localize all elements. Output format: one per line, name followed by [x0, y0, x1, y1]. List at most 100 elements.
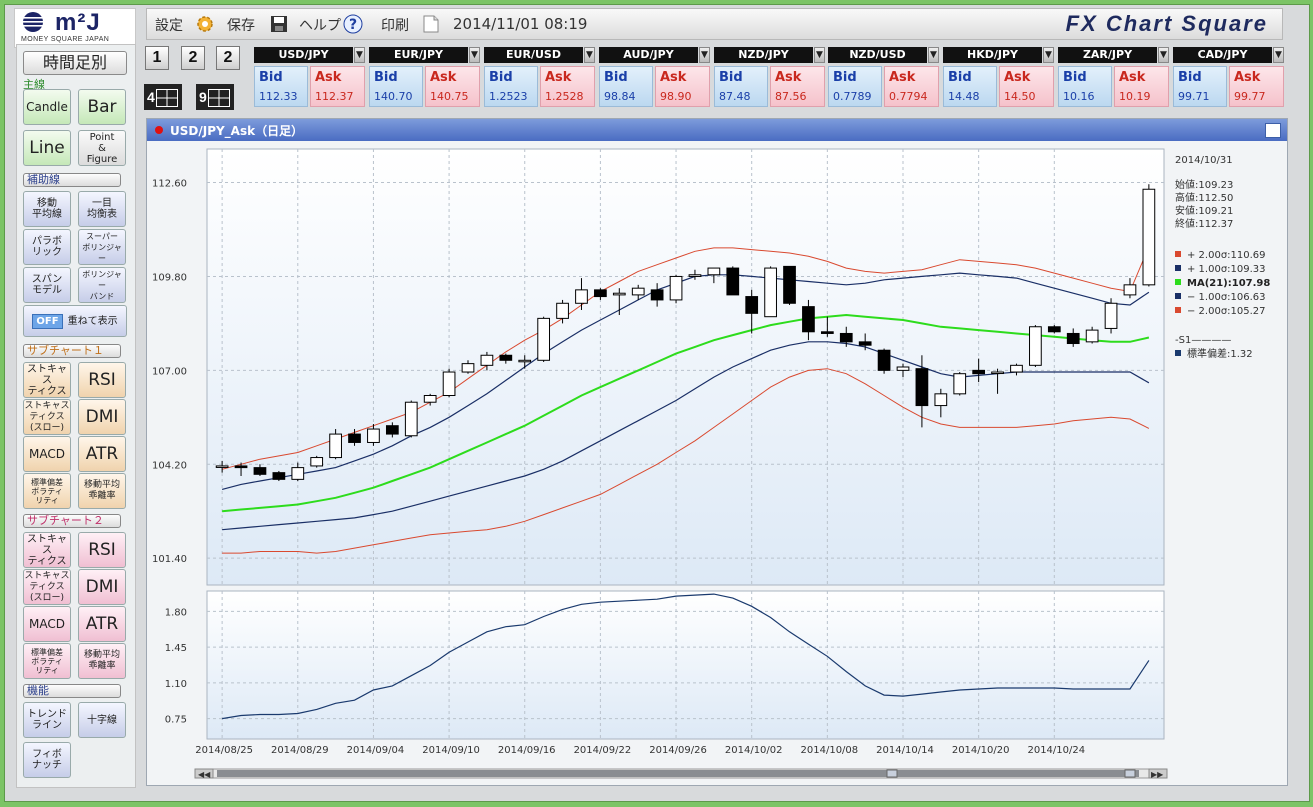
line-button[interactable]: Line	[23, 130, 71, 166]
sub2-rsi-button[interactable]: RSI	[78, 532, 126, 568]
bid-box[interactable]: Bid 99.71	[1173, 66, 1227, 107]
quote-pair-label[interactable]: NZD/JPY	[714, 47, 813, 63]
bid-box[interactable]: Bid 14.48	[943, 66, 997, 107]
sub1-std-volatility-button[interactable]: 標準偏差 ボラティ リティ	[23, 473, 71, 509]
sub1-slow-stochastics-button[interactable]: ストキャス ティクス (スロー)	[23, 399, 71, 435]
sub2-ma-deviation-button[interactable]: 移動平均 乖離率	[78, 643, 126, 679]
quote-pair-label[interactable]: HKD/JPY	[943, 47, 1042, 63]
layout-4-button[interactable]: 4	[144, 84, 182, 110]
pair-dropdown-icon[interactable]: ▼	[928, 47, 939, 63]
sub1-stochastics-button[interactable]: ストキャス ティクス	[23, 362, 71, 398]
pair-dropdown-icon[interactable]: ▼	[354, 47, 365, 63]
quote-cadjpy[interactable]: CAD/JPY ▼ Bid 99.71 Ask 99.77	[1173, 47, 1284, 107]
parabolic-button[interactable]: パラボ リック	[23, 229, 71, 265]
ask-box[interactable]: Ask 0.7794	[884, 66, 939, 107]
pair-dropdown-icon[interactable]: ▼	[584, 47, 595, 63]
candle-up	[707, 267, 721, 276]
ask-box[interactable]: Ask 112.37	[310, 66, 365, 107]
quote-pair-label[interactable]: EUR/USD	[484, 47, 583, 63]
fibonacci-button[interactable]: フィボ ナッチ	[23, 742, 71, 778]
quote-pair-label[interactable]: AUD/JPY	[599, 47, 698, 63]
ask-box[interactable]: Ask 14.50	[999, 66, 1054, 107]
quote-eurjpy[interactable]: EUR/JPY ▼ Bid 140.70 Ask 140.75	[369, 47, 480, 107]
sub2-std-volatility-button[interactable]: 標準偏差 ボラティ リティ	[23, 643, 71, 679]
layout-1-button[interactable]: 1	[145, 46, 169, 70]
sub1-atr-button[interactable]: ATR	[78, 436, 126, 472]
quote-pair-label[interactable]: NZD/USD	[828, 47, 927, 63]
pair-dropdown-icon[interactable]: ▼	[1273, 47, 1284, 63]
timeframe-button[interactable]: 時間足別	[23, 51, 127, 75]
sub2-stochastics-button[interactable]: ストキャス ティクス	[23, 532, 71, 568]
ask-box[interactable]: Ask 99.77	[1229, 66, 1284, 107]
sub2-macd-button[interactable]: MACD	[23, 606, 71, 642]
bollinger-band-button[interactable]: ボリンジャー バンド	[78, 267, 126, 303]
quote-zarjpy[interactable]: ZAR/JPY ▼ Bid 10.16 Ask 10.19	[1058, 47, 1169, 107]
pair-dropdown-icon[interactable]: ▼	[469, 47, 480, 63]
scroll-thumb-grip[interactable]	[886, 769, 898, 778]
layout-9-button[interactable]: 9	[196, 84, 234, 110]
overlay-toggle-button[interactable]: OFF 重ねて表示	[23, 305, 127, 337]
settings-label[interactable]: 設定	[155, 15, 183, 35]
quote-eurusd[interactable]: EUR/USD ▼ Bid 1.2523 Ask 1.2528	[484, 47, 595, 107]
moving-average-button[interactable]: 移動 平均線	[23, 191, 71, 227]
bid-box[interactable]: Bid 10.16	[1058, 66, 1112, 107]
sub1-macd-button[interactable]: MACD	[23, 436, 71, 472]
point-figure-button[interactable]: Point & Figure	[78, 130, 126, 166]
ask-box[interactable]: Ask 87.56	[770, 66, 825, 107]
pair-dropdown-icon[interactable]: ▼	[814, 47, 825, 63]
scroll-thumb[interactable]	[217, 770, 1139, 777]
quote-pair-label[interactable]: USD/JPY	[254, 47, 353, 63]
quote-hkdjpy[interactable]: HKD/JPY ▼ Bid 14.48 Ask 14.50	[943, 47, 1054, 107]
ask-box[interactable]: Ask 140.75	[425, 66, 480, 107]
chart-canvas[interactable]: 2014/08/25 2014/08/29 2014/09/04 2014/09/10…	[147, 141, 1287, 785]
horizontal-scrollbar[interactable]: ◀◀ ▶▶	[194, 768, 1168, 779]
print-label[interactable]: 印刷	[381, 15, 409, 35]
quote-usdjpy[interactable]: USD/JPY ▼ Bid 112.33 Ask 112.37	[254, 47, 365, 107]
layout-2-vertical-button[interactable]: 2	[216, 46, 240, 70]
sub1-rsi-button[interactable]: RSI	[78, 362, 126, 398]
sub-plot-area[interactable]	[206, 590, 1165, 740]
bid-box[interactable]: Bid 98.84	[599, 66, 653, 107]
ask-box[interactable]: Ask 1.2528	[540, 66, 595, 107]
span-model-button[interactable]: スパン モデル	[23, 267, 71, 303]
quote-pair-label[interactable]: CAD/JPY	[1173, 47, 1272, 63]
ask-value: 98.90	[660, 90, 692, 103]
floppy-save-icon[interactable]	[269, 14, 289, 34]
bid-box[interactable]: Bid 0.7789	[828, 66, 882, 107]
bid-label: Bid	[259, 70, 283, 85]
pair-dropdown-icon[interactable]: ▼	[1043, 47, 1054, 63]
trendline-button[interactable]: トレンド ライン	[23, 702, 71, 738]
document-print-icon[interactable]	[421, 14, 441, 34]
sub2-atr-button[interactable]: ATR	[78, 606, 126, 642]
question-icon[interactable]: ?	[343, 14, 363, 34]
bid-box[interactable]: Bid 1.2523	[484, 66, 538, 107]
save-label[interactable]: 保存	[227, 15, 255, 35]
sub1-dmi-button[interactable]: DMI	[78, 399, 126, 435]
sub1-ma-deviation-button[interactable]: 移動平均 乖離率	[78, 473, 126, 509]
sub2-slow-stochastics-button[interactable]: ストキャス ティクス (スロー)	[23, 569, 71, 605]
candle-button[interactable]: Candle	[23, 89, 71, 125]
super-bollinger-button[interactable]: スーパー ボリンジャー	[78, 229, 126, 265]
chart-title-bar[interactable]: USD/JPY_Ask（日足）	[147, 119, 1287, 141]
crosshair-button[interactable]: 十字線	[78, 702, 126, 738]
bid-box[interactable]: Bid 87.48	[714, 66, 768, 107]
help-label[interactable]: ヘルプ	[299, 15, 341, 35]
ichimoku-button[interactable]: 一目 均衡表	[78, 191, 126, 227]
bid-box[interactable]: Bid 112.33	[254, 66, 308, 107]
bar-button[interactable]: Bar	[78, 89, 126, 125]
ask-box[interactable]: Ask 98.90	[655, 66, 710, 107]
layout-2-horizontal-button[interactable]: 2	[181, 46, 205, 70]
quote-pair-label[interactable]: EUR/JPY	[369, 47, 468, 63]
window-menu-icon[interactable]	[1265, 123, 1281, 138]
quote-nzdjpy[interactable]: NZD/JPY ▼ Bid 87.48 Ask 87.56	[714, 47, 825, 107]
quote-nzdusd[interactable]: NZD/USD ▼ Bid 0.7789 Ask 0.7794	[828, 47, 939, 107]
quote-pair-label[interactable]: ZAR/JPY	[1058, 47, 1157, 63]
sub2-dmi-button[interactable]: DMI	[78, 569, 126, 605]
gear-icon[interactable]	[195, 14, 215, 34]
scroll-thumb-right-grip[interactable]	[1124, 769, 1136, 778]
ask-box[interactable]: Ask 10.19	[1114, 66, 1169, 107]
bid-box[interactable]: Bid 140.70	[369, 66, 423, 107]
pair-dropdown-icon[interactable]: ▼	[1158, 47, 1169, 63]
quote-audjpy[interactable]: AUD/JPY ▼ Bid 98.84 Ask 98.90	[599, 47, 710, 107]
pair-dropdown-icon[interactable]: ▼	[699, 47, 710, 63]
